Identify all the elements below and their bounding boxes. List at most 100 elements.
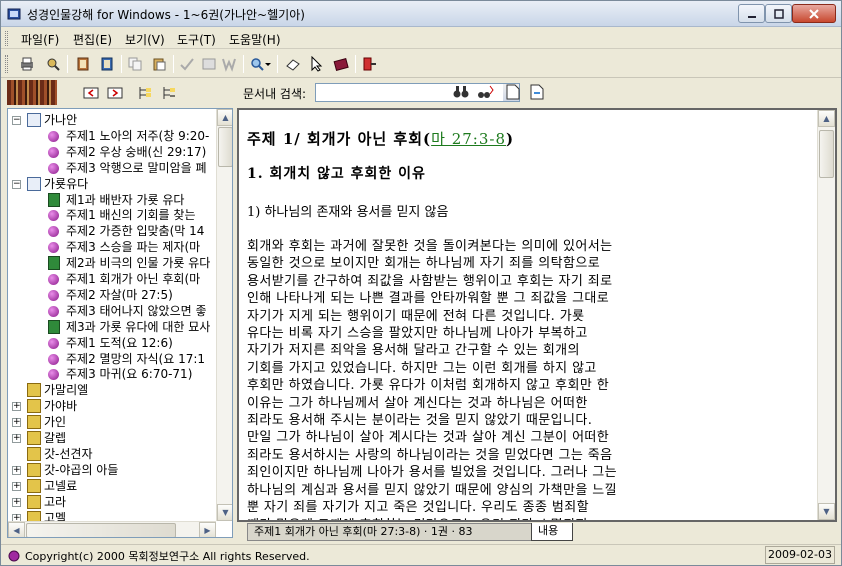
maximize-button[interactable] xyxy=(765,4,792,23)
bible-button[interactable] xyxy=(331,54,351,74)
tree-scroll-up-button[interactable]: ▲ xyxy=(217,109,232,126)
tree-scroll-down-button[interactable]: ▼ xyxy=(217,504,232,521)
tree-topic-item[interactable]: 주제3 태어나지 않았으면 좋 xyxy=(8,303,216,319)
tree-lesson-item[interactable]: 제2과 비극의 인물 가룟 유다 xyxy=(8,255,216,271)
collapse-icon[interactable]: − xyxy=(12,179,21,189)
close-button[interactable] xyxy=(792,4,836,23)
content-scroll-thumb[interactable] xyxy=(819,130,834,178)
tree-person-item[interactable]: + 가야바 xyxy=(8,398,216,414)
status-date: 2009-02-03 xyxy=(765,546,835,564)
tree-topic-item[interactable]: 주제3 스승을 파는 제자(마 xyxy=(8,239,216,255)
eraser-button[interactable] xyxy=(283,54,303,74)
toolbar-grip[interactable] xyxy=(5,55,8,73)
scripture-reference-link[interactable]: 마 27:3-8 xyxy=(431,130,506,148)
expand-icon[interactable]: + xyxy=(12,418,21,428)
tool-button-8[interactable] xyxy=(199,54,219,74)
toolbar xyxy=(1,50,841,78)
tree-topic-item[interactable]: 주제1 회개가 아닌 후회(마 xyxy=(8,271,216,287)
tree-person-item[interactable]: − 가룟유다 xyxy=(8,176,216,192)
tree-scroll-right-button[interactable]: ▶ xyxy=(199,522,216,537)
content-scroll-down-button[interactable]: ▼ xyxy=(818,503,835,520)
tree-person-item[interactable]: + 고넬료 xyxy=(8,478,216,494)
tree-person-item[interactable]: 갓-선견자 xyxy=(8,446,216,462)
menu-edit[interactable]: 편집(E) xyxy=(73,31,112,48)
tab-content[interactable]: 내용 xyxy=(531,523,573,541)
tree-topic-item[interactable]: 주제2 자살(마 27:5) xyxy=(8,287,216,303)
tree-person-item[interactable]: + 갓-야곱의 아들 xyxy=(8,462,216,478)
tree-prev-button[interactable] xyxy=(81,83,100,102)
paste-icon xyxy=(153,58,166,71)
tree-next-button[interactable] xyxy=(105,83,124,102)
topic-tree[interactable]: − 가나안 주제1 노아의 저주(창 9:20- 주제2 우상 숭배(신 29:17)… xyxy=(7,108,233,538)
menu-file[interactable]: 파일(F) xyxy=(21,31,59,48)
tree-item-label: 갓-선견자 xyxy=(44,446,93,461)
tree-topic-item[interactable]: 주제2 가증한 입맞춤(막 14 xyxy=(8,223,216,239)
collapse-icon[interactable]: − xyxy=(12,116,21,125)
expand-icon[interactable]: + xyxy=(12,465,21,475)
pointer-button[interactable] xyxy=(307,54,327,74)
expand-icon[interactable]: + xyxy=(12,497,21,507)
find-button[interactable] xyxy=(451,82,471,102)
tree-scroll-left-button[interactable]: ◀ xyxy=(8,522,25,537)
topic-dot-icon xyxy=(48,274,59,285)
body-line: 회개와 후회는 과거에 잘못한 것을 돌이켜본다는 의미에 있어서는 xyxy=(247,239,613,254)
tree-lesson-item[interactable]: 제3과 가룟 유다에 대한 묘사 xyxy=(8,319,216,335)
tree-vertical-scrollbar[interactable]: ▲ ▼ xyxy=(216,109,232,521)
tree-topic-item[interactable]: 주제1 배신의 기회를 찾는 xyxy=(8,207,216,223)
minimize-button[interactable] xyxy=(738,4,765,23)
expand-all-button[interactable] xyxy=(135,83,154,102)
document-export-button[interactable] xyxy=(527,82,547,102)
tree-person-item[interactable]: − 가나안 xyxy=(8,112,216,128)
paste-button[interactable] xyxy=(149,54,169,74)
tab-topic-info[interactable]: 주제1 회개가 아닌 후회(마 27:3-8) · 1권 · 83 xyxy=(247,523,532,541)
tree-scroll-thumb[interactable] xyxy=(218,127,232,167)
magnify-person-icon xyxy=(47,58,60,71)
content-pane[interactable]: 주제 1/ 회개가 아닌 후회(마 27:3-8) 1. 회개치 않고 후회한 … xyxy=(237,108,837,522)
exit-button[interactable] xyxy=(359,54,379,74)
find-dropdown-arrow[interactable] xyxy=(263,54,273,74)
content-vertical-scrollbar[interactable]: ▲ ▼ xyxy=(817,110,835,520)
tree-person-item[interactable]: + 고라 xyxy=(8,494,216,510)
tree-person-item[interactable]: + 갈렙 xyxy=(8,430,216,446)
tool-button-9[interactable] xyxy=(219,54,239,74)
expand-icon[interactable]: + xyxy=(12,434,21,443)
tree-hscroll-thumb[interactable] xyxy=(26,523,176,537)
tree-topic-item[interactable]: 주제1 도적(요 12:6) xyxy=(8,335,216,351)
title-bar: 성경인물강해 for Windows - 1~6권(가나안~헬기아) xyxy=(1,1,841,27)
tool-button-7[interactable] xyxy=(177,54,197,74)
copy-button[interactable] xyxy=(125,54,145,74)
menubar-grip[interactable] xyxy=(5,31,8,46)
tree-item-label: 제3과 가룟 유다에 대한 묘사 xyxy=(66,319,211,334)
tree-person-item[interactable]: 가말리엘 xyxy=(8,382,216,398)
document-button[interactable] xyxy=(503,82,523,102)
print-button[interactable] xyxy=(17,54,37,74)
person-book-icon xyxy=(27,415,41,430)
notes-button[interactable] xyxy=(73,54,93,74)
tree-item-label: 고넬료 xyxy=(44,478,78,493)
tree-topic-item[interactable]: 주제2 멸망의 자식(요 17:1 xyxy=(8,351,216,367)
exit-door-icon xyxy=(363,57,376,71)
tree-lesson-item[interactable]: 제1과 배반자 가룟 유다 xyxy=(8,192,216,208)
tool-button-2[interactable] xyxy=(43,54,63,74)
tree-horizontal-scrollbar[interactable]: ◀ ▶ xyxy=(8,521,216,537)
menu-tools[interactable]: 도구(T) xyxy=(177,31,216,48)
find-next-button[interactable] xyxy=(475,82,495,102)
topic-dot-icon xyxy=(48,289,59,301)
menu-bar: 파일(F) 편집(E) 보기(V) 도구(T) 도움말(H) xyxy=(1,28,841,49)
expand-icon[interactable]: + xyxy=(12,402,21,412)
content-scroll-up-button[interactable]: ▲ xyxy=(818,110,835,127)
printer-icon xyxy=(21,57,33,71)
bookmark-button[interactable] xyxy=(97,54,117,74)
tree-topic-item[interactable]: 주제1 노아의 저주(창 9:20- xyxy=(8,128,216,144)
menu-help[interactable]: 도움말(H) xyxy=(229,31,281,48)
tree-topic-item[interactable]: 주제3 악행으로 말미암을 폐 xyxy=(8,160,216,176)
tree-topic-item[interactable]: 주제3 마귀(요 6:70-71) xyxy=(8,366,216,382)
tree-topic-item[interactable]: 주제2 우상 숭배(신 29:17) xyxy=(8,144,216,160)
body-line: 유다는 비록 자기 스승을 팔았지만 하나님께 나아가 부복하고 xyxy=(247,326,588,342)
collapse-all-button[interactable] xyxy=(159,83,178,102)
tree-person-item[interactable]: + 가인 xyxy=(8,414,216,430)
tree-item-label: 주제3 태어나지 않았으면 좋 xyxy=(66,303,207,318)
menu-view[interactable]: 보기(V) xyxy=(125,31,165,48)
expand-icon[interactable]: + xyxy=(12,481,21,491)
subsection-heading: 1) 하나님의 존재와 용서를 믿지 않음 xyxy=(247,205,449,220)
